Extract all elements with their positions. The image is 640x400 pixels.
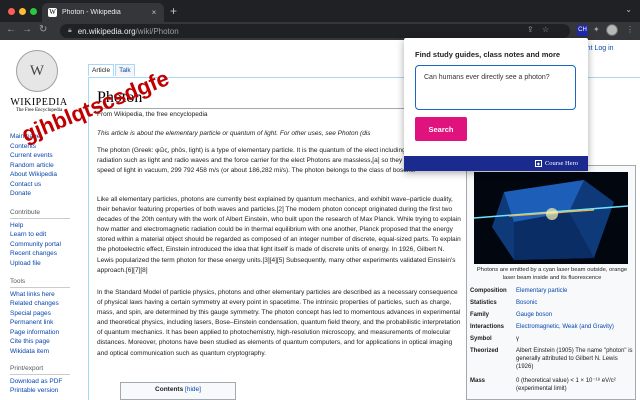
sidebar-item-printable-version[interactable]: Printable version xyxy=(10,386,86,396)
infobox-value: 0 (theoretical value) < 1 × 10⁻¹⁸ eV/c² … xyxy=(516,378,616,392)
sidebar-heading-contribute: Contribute xyxy=(10,208,70,219)
tab-strip: W Photon - Wikipedia × + ⌄ xyxy=(0,0,640,22)
forward-icon[interactable]: → xyxy=(22,24,32,35)
tab-close-icon[interactable]: × xyxy=(149,8,159,17)
popup-title: Find study guides, class notes and more xyxy=(415,50,561,59)
sidebar-item-special-pages[interactable]: Special pages xyxy=(10,309,86,319)
sidebar-tools: Tools What links here Related changes Sp… xyxy=(10,277,86,356)
window-maximize-button[interactable] xyxy=(30,8,37,15)
profile-avatar[interactable] xyxy=(606,24,618,36)
content-tabs: Article Talk xyxy=(88,64,136,76)
tab-search-icon[interactable]: ⌄ xyxy=(625,5,632,14)
infobox-row-mass: Mass 0 (theoretical value) < 1 × 10⁻¹⁸ eV… xyxy=(470,377,634,393)
sidebar-heading-print: Print/export xyxy=(10,364,70,375)
wikipedia-favicon-icon: W xyxy=(48,8,57,17)
back-icon[interactable]: ← xyxy=(6,24,16,35)
sidebar-heading-tools: Tools xyxy=(10,277,70,288)
infobox-value[interactable]: Bosonic xyxy=(516,299,634,307)
course-hero-logo-icon: ◆ xyxy=(534,160,542,167)
brand-name: Course Hero xyxy=(544,160,578,167)
infobox-row-symbol: Symbol γ xyxy=(470,335,634,343)
sidebar-navigation: Main page Contents Current events Random… xyxy=(10,132,86,199)
sidebar-item-community-portal[interactable]: Community portal xyxy=(10,240,86,250)
infobox-photo[interactable] xyxy=(474,172,628,264)
infobox-row-theorized: Theorized Albert Einstein (1905) The name… xyxy=(470,347,634,371)
content-left-border xyxy=(88,77,89,400)
menu-kebab-icon[interactable]: ⋮ xyxy=(626,25,634,34)
infobox-key: Symbol xyxy=(470,336,492,342)
tab-title: Photon - Wikipedia xyxy=(62,9,121,16)
sidebar-item-help[interactable]: Help xyxy=(10,221,86,231)
course-hero-extension-icon[interactable]: CH xyxy=(577,25,588,36)
intro-paragraph-2: Like all elementary particles, photons a… xyxy=(97,196,461,274)
sidebar-item-learn-to-edit[interactable]: Learn to edit xyxy=(10,230,86,240)
infobox-caption: Photons are emitted by a cyan laser beam… xyxy=(476,267,628,281)
hatnote: This article is about the elementary par… xyxy=(97,130,371,137)
sidebar-contribute: Contribute Help Learn to edit Community … xyxy=(10,208,86,268)
laser-crystal-image xyxy=(474,172,628,264)
toc-title: Contents xyxy=(155,386,184,393)
sidebar-item-wikidata-item[interactable]: Wikidata item xyxy=(10,347,86,357)
sidebar-print-export: Print/export Download as PDF Printable v… xyxy=(10,364,86,396)
infobox-key: Composition xyxy=(470,288,507,294)
infobox-key: Statistics xyxy=(470,300,497,306)
intro-paragraph-3: In the Standard Model of particle physic… xyxy=(97,289,461,357)
infobox-key: Family xyxy=(470,312,490,318)
infobox-value: γ xyxy=(516,336,519,342)
question-input[interactable]: Can humans ever directly see a photon? xyxy=(415,65,576,110)
sidebar-item-upload-file[interactable]: Upload file xyxy=(10,259,86,269)
sidebar-item-page-information[interactable]: Page information xyxy=(10,328,86,338)
infobox-row-statistics: Statistics Bosonic xyxy=(470,299,634,307)
infobox-value[interactable]: Electromagnetic, Weak (and Gravity) xyxy=(516,323,634,331)
window-close-button[interactable] xyxy=(8,8,15,15)
sidebar-item-related-changes[interactable]: Related changes xyxy=(10,299,86,309)
sidebar-item-download-pdf[interactable]: Download as PDF xyxy=(10,377,86,387)
new-tab-icon[interactable]: + xyxy=(170,4,177,18)
toc-hide-link[interactable]: [hide] xyxy=(185,386,201,393)
infobox-value[interactable]: Elementary particle xyxy=(516,287,634,295)
table-of-contents: Contents [hide] xyxy=(120,382,236,400)
sidebar-item-contact[interactable]: Contact us xyxy=(10,180,86,190)
url-host: en.wikipedia.org xyxy=(77,26,136,36)
address-bar[interactable]: 🔒︎ en.wikipedia.org/wiki/Photon xyxy=(60,24,570,38)
search-button[interactable]: Search xyxy=(415,117,467,141)
infobox-key: Mass xyxy=(470,378,486,384)
infobox-row-family: Family Gauge boson xyxy=(470,311,634,319)
infobox-value: Albert Einstein (1905) The name "photon"… xyxy=(516,348,633,370)
sidebar-item-cite-this-page[interactable]: Cite this page xyxy=(10,337,86,347)
sidebar-item-contents[interactable]: Contents xyxy=(10,142,86,152)
sidebar-item-current-events[interactable]: Current events xyxy=(10,151,86,161)
share-icon[interactable]: ⇪ xyxy=(527,25,534,34)
sidebar-item-recent-changes[interactable]: Recent changes xyxy=(10,249,86,259)
sidebar-item-donate[interactable]: Donate xyxy=(10,189,86,199)
window-minimize-button[interactable] xyxy=(19,8,26,15)
infobox-key: Interactions xyxy=(470,324,505,330)
infobox-key: Theorized xyxy=(470,348,499,354)
url-path: /wiki/Photon xyxy=(135,26,179,36)
infobox-value[interactable]: Gauge boson xyxy=(516,311,634,319)
sidebar-item-random-article[interactable]: Random article xyxy=(10,161,86,171)
infobox-row-interactions: Interactions Electromagnetic, Weak (and G… xyxy=(470,323,634,331)
tab-article[interactable]: Article xyxy=(88,64,115,76)
browser-tab[interactable]: W Photon - Wikipedia × xyxy=(42,3,164,22)
sidebar-item-about[interactable]: About Wikipedia xyxy=(10,170,86,180)
puzzle-extensions-icon[interactable]: ✦ xyxy=(593,25,600,34)
infobox-row-composition: Composition Elementary particle xyxy=(470,287,634,295)
reload-icon[interactable]: ↻ xyxy=(39,24,47,35)
lock-icon: 🔒︎ xyxy=(68,27,72,34)
course-hero-popup: Find study guides, class notes and more … xyxy=(404,38,588,171)
popup-footer: ◆ Course Hero xyxy=(404,156,588,171)
tab-talk[interactable]: Talk xyxy=(115,64,135,76)
wikipedia-globe-logo[interactable]: W xyxy=(16,50,58,92)
sidebar-item-permanent-link[interactable]: Permanent link xyxy=(10,318,86,328)
bookmark-star-icon[interactable]: ☆ xyxy=(542,25,549,34)
sidebar-item-what-links-here[interactable]: What links here xyxy=(10,290,86,300)
